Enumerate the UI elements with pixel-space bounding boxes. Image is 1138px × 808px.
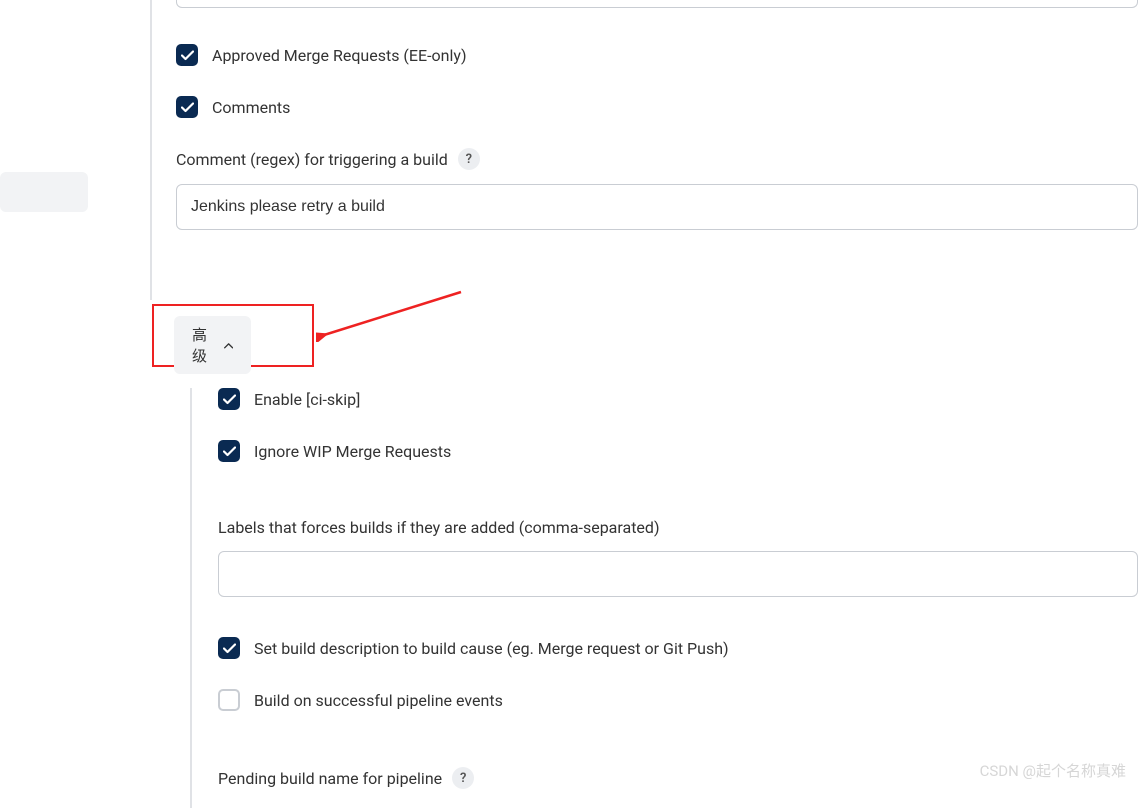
advanced-left-border	[190, 388, 192, 808]
checkbox-approved-mr[interactable]	[176, 44, 198, 66]
side-tab	[0, 172, 88, 212]
comment-regex-label: Comment (regex) for triggering a build	[176, 150, 448, 169]
checkbox-set-desc[interactable]	[218, 637, 240, 659]
pending-name-label: Pending build name for pipeline	[218, 769, 442, 788]
labels-force-input[interactable]	[218, 551, 1138, 597]
comment-regex-label-row: Comment (regex) for triggering a build ?	[176, 148, 1138, 170]
help-icon[interactable]: ?	[452, 767, 474, 789]
checkbox-comments[interactable]	[176, 96, 198, 118]
option-enable-ci-skip[interactable]: Enable [ci-skip]	[218, 388, 1138, 410]
checkbox-build-on-pipeline[interactable]	[218, 689, 240, 711]
option-ignore-wip[interactable]: Ignore WIP Merge Requests	[218, 440, 1138, 462]
comment-regex-input[interactable]	[176, 184, 1138, 230]
advanced-section: Enable [ci-skip] Ignore WIP Merge Reques…	[190, 388, 1138, 803]
watermark: CSDN @起个名称真难	[980, 760, 1126, 781]
help-icon[interactable]: ?	[458, 148, 480, 170]
label-enable-ci-skip: Enable [ci-skip]	[254, 390, 360, 409]
label-ignore-wip: Ignore WIP Merge Requests	[254, 442, 451, 461]
option-set-desc[interactable]: Set build description to build cause (eg…	[218, 637, 1138, 659]
check-icon	[223, 394, 236, 405]
labels-force-label-row: Labels that forces builds if they are ad…	[218, 518, 1138, 537]
advanced-toggle-button[interactable]: 高级	[174, 316, 251, 374]
check-icon	[223, 446, 236, 457]
check-icon	[223, 643, 236, 654]
option-build-on-pipeline[interactable]: Build on successful pipeline events	[218, 689, 1138, 711]
option-approved-mr[interactable]: Approved Merge Requests (EE-only)	[176, 44, 1138, 66]
prior-input-bottom[interactable]	[176, 0, 1138, 8]
labels-force-label: Labels that forces builds if they are ad…	[218, 518, 660, 537]
check-icon	[181, 102, 194, 113]
check-icon	[181, 50, 194, 61]
checkbox-ignore-wip[interactable]	[218, 440, 240, 462]
section-left-border	[150, 0, 152, 300]
option-comments[interactable]: Comments	[176, 96, 1138, 118]
advanced-toggle-label: 高级	[192, 324, 212, 366]
label-set-desc: Set build description to build cause (eg…	[254, 639, 729, 658]
annotation-arrow	[316, 287, 466, 342]
main-section: Approved Merge Requests (EE-only) Commen…	[176, 0, 1138, 230]
label-comments: Comments	[212, 98, 290, 117]
label-approved-mr: Approved Merge Requests (EE-only)	[212, 46, 467, 65]
checkbox-enable-ci-skip[interactable]	[218, 388, 240, 410]
chevron-up-icon	[224, 341, 233, 350]
label-build-on-pipeline: Build on successful pipeline events	[254, 691, 503, 710]
